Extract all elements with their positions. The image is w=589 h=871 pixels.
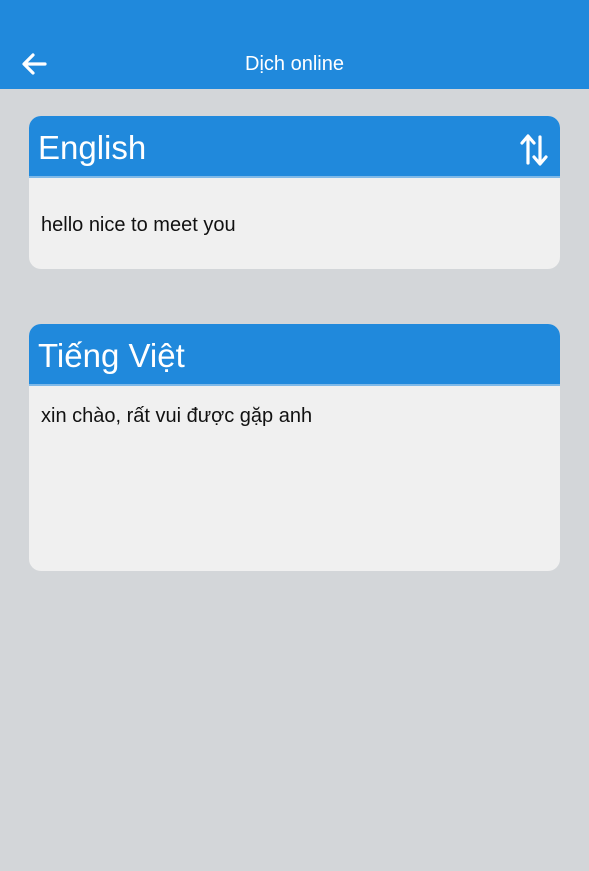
page-title: Dịch online [245, 53, 344, 75]
translated-text: xin chào, rất vui được gặp anh [41, 405, 313, 427]
target-language-label: Tiếng Việt [38, 337, 185, 374]
source-language-label: English [38, 129, 147, 166]
source-card-header: English [29, 116, 560, 178]
source-text-input[interactable]: hello nice to meet you [41, 212, 548, 238]
target-language-card: Tiếng Việt xin chào, rất vui được gặp an… [29, 324, 560, 571]
swap-vertical-icon [519, 132, 549, 173]
app-bar: Dịch online [0, 0, 589, 89]
swap-languages-button[interactable] [518, 133, 550, 171]
source-language-card: English hello nice to meet you [29, 116, 560, 269]
target-card-header: Tiếng Việt [29, 324, 560, 386]
